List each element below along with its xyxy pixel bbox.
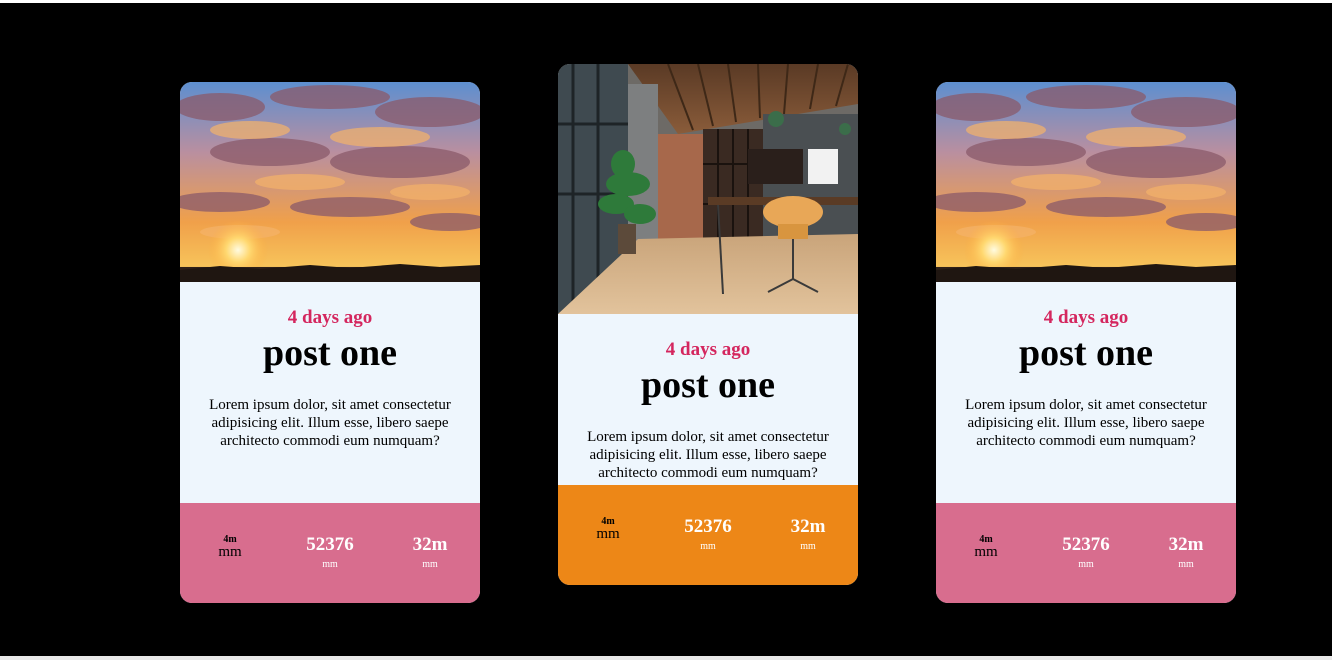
post-stats: 4m mm 52376 mm 32m mm — [180, 503, 480, 603]
stat-value: 32m — [412, 534, 448, 555]
post-title: post one — [1018, 332, 1154, 374]
bottom-strip — [0, 656, 1332, 660]
stat-item: 4m mm — [568, 515, 648, 542]
stat-item: 4m mm — [946, 533, 1026, 560]
stat-item: 52376 mm — [668, 516, 748, 554]
stat-value: 32m — [1168, 534, 1204, 555]
stat-unit: mm — [422, 559, 438, 570]
stat-item: 52376 mm — [1046, 534, 1126, 572]
stat-unit: mm — [974, 543, 998, 560]
stat-value: 52376 — [684, 516, 732, 537]
post-excerpt: Lorem ipsum dolor, sit amet consectetur … — [587, 429, 829, 481]
stat-unit: mm — [1178, 559, 1194, 570]
post-stats: 4m mm 52376 mm 32m mm — [558, 485, 858, 585]
stat-unit: mm — [596, 525, 620, 542]
post-title: post one — [640, 364, 776, 406]
stat-item: 32m mm — [1146, 534, 1226, 572]
stat-value: 32m — [790, 516, 826, 537]
post-title: post one — [262, 332, 398, 374]
post-excerpt: Lorem ipsum dolor, sit amet consectetur … — [965, 397, 1207, 449]
post-excerpt: Lorem ipsum dolor, sit amet consectetur … — [209, 397, 451, 449]
post-date: 4 days ago — [1043, 307, 1129, 328]
stat-item: 32m mm — [390, 534, 470, 572]
post-date: 4 days ago — [287, 307, 373, 328]
post-stats: 4m mm 52376 mm 32m mm — [936, 503, 1236, 603]
stat-value: 52376 — [1062, 534, 1110, 555]
stat-unit: mm — [700, 541, 716, 552]
stat-value: 4m — [979, 533, 993, 545]
stat-unit: mm — [1078, 559, 1094, 570]
post-date: 4 days ago — [665, 339, 751, 360]
post-card-featured[interactable]: 4 days ago post one Lorem ipsum dolor, s… — [558, 64, 858, 585]
stat-value: 4m — [223, 533, 237, 545]
stat-unit: mm — [800, 541, 816, 552]
stat-item: 52376 mm — [290, 534, 370, 572]
stat-item: 4m mm — [190, 533, 270, 560]
sunset-photo — [936, 82, 1236, 282]
stat-unit: mm — [322, 559, 338, 570]
office-interior-photo — [558, 64, 858, 314]
stat-item: 32m mm — [768, 516, 848, 554]
stat-unit: mm — [218, 543, 242, 560]
sunset-photo — [180, 82, 480, 282]
stat-value: 52376 — [306, 534, 354, 555]
post-card[interactable]: 4 days ago post one Lorem ipsum dolor, s… — [936, 82, 1236, 603]
stat-value: 4m — [601, 515, 615, 527]
post-card[interactable]: 4 days ago post one Lorem ipsum dolor, s… — [180, 82, 480, 603]
